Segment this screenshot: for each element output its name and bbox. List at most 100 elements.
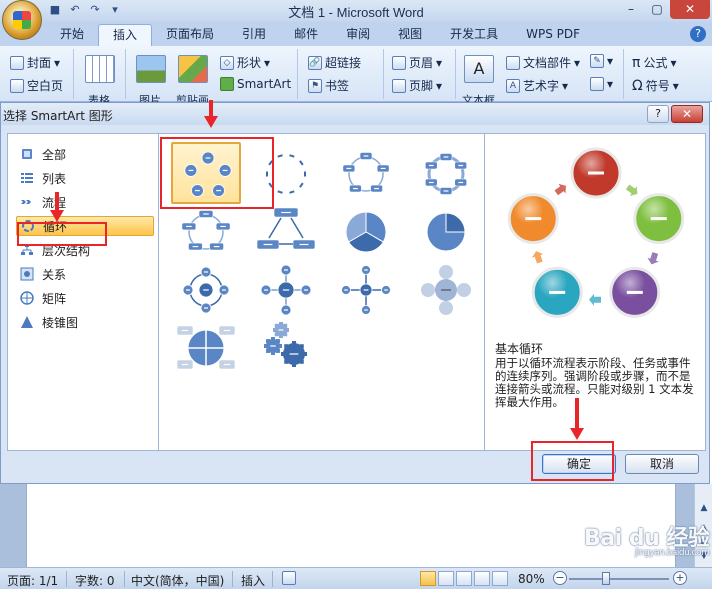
maximize-button[interactable]: ▢ bbox=[644, 0, 670, 19]
category-item[interactable]: 循环 bbox=[16, 216, 154, 236]
zoom-slider[interactable] bbox=[569, 578, 669, 580]
category-label: 全部 bbox=[42, 147, 67, 162]
layout-cycle-matrix[interactable] bbox=[171, 316, 241, 378]
picture-icon[interactable] bbox=[136, 55, 166, 83]
smartart-button[interactable]: SmartArt bbox=[220, 77, 291, 91]
shapes-button[interactable]: ◇ 形状 ▾ bbox=[220, 54, 270, 71]
category-label: 列表 bbox=[42, 171, 67, 186]
layout-diverging-radial[interactable] bbox=[331, 258, 401, 320]
minimize-button[interactable]: – bbox=[618, 0, 644, 19]
wordart-button[interactable]: A 艺术字 ▾ bbox=[506, 77, 568, 94]
pyramid-icon bbox=[20, 315, 34, 329]
dialog-help-button[interactable]: ? bbox=[647, 105, 669, 123]
layout-segmented-cycle[interactable] bbox=[331, 200, 401, 262]
ribbon-tab[interactable]: 开发工具 bbox=[436, 24, 512, 46]
category-label: 关系 bbox=[42, 267, 67, 282]
window-controls: – ▢ ✕ bbox=[618, 0, 710, 19]
ribbon-tab[interactable]: 审阅 bbox=[332, 24, 384, 46]
cycle-icon bbox=[21, 219, 35, 233]
signature-button[interactable]: ✎ ▾ bbox=[590, 54, 613, 68]
formula-button[interactable]: π 公式 ▾ bbox=[632, 54, 676, 71]
scroll-up-icon[interactable]: ▲ bbox=[698, 502, 710, 514]
office-button[interactable] bbox=[2, 0, 42, 40]
category-item[interactable]: 列表 bbox=[16, 168, 154, 188]
layout-basic-radial[interactable] bbox=[251, 258, 321, 320]
category-item[interactable]: 关系 bbox=[16, 264, 154, 284]
annotation-arrow bbox=[204, 100, 218, 128]
table-icon[interactable] bbox=[85, 55, 115, 83]
document-page[interactable] bbox=[26, 484, 676, 567]
dialog-close-button[interactable]: ✕ bbox=[671, 105, 703, 123]
close-button[interactable]: ✕ bbox=[670, 0, 710, 19]
ribbon-tab[interactable]: 插入 bbox=[98, 24, 153, 46]
blank-page-button[interactable]: 空白页 bbox=[10, 77, 63, 94]
footer-button[interactable]: 页脚 ▾ bbox=[392, 77, 442, 94]
category-item[interactable]: 矩阵 bbox=[16, 288, 154, 308]
cancel-button[interactable]: 取消 bbox=[625, 454, 699, 474]
dialog-title: 选择 SmartArt 图形 bbox=[3, 109, 113, 123]
layout-basic-cycle[interactable] bbox=[171, 142, 241, 204]
language-indicator[interactable]: 中文(简体，中国) bbox=[131, 572, 224, 589]
ribbon-tab[interactable]: 视图 bbox=[384, 24, 436, 46]
footer-icon bbox=[392, 78, 406, 93]
zoom-in-button[interactable]: + bbox=[673, 571, 687, 585]
ok-button[interactable]: 确定 bbox=[542, 454, 616, 474]
quickparts-button[interactable]: 文档部件 ▾ bbox=[506, 54, 580, 71]
annotation-arrow bbox=[570, 398, 584, 440]
full-screen-view-icon[interactable] bbox=[438, 571, 454, 586]
layout-basic-pie[interactable] bbox=[411, 200, 481, 262]
window-title: 文档 1 - Microsoft Word bbox=[288, 5, 424, 20]
header-button[interactable]: 页眉 ▾ bbox=[392, 54, 442, 71]
layout-gear[interactable] bbox=[251, 316, 321, 378]
category-item[interactable]: 流程 bbox=[16, 192, 154, 212]
insert-mode[interactable]: 插入 bbox=[241, 572, 265, 589]
category-label: 矩阵 bbox=[42, 291, 67, 306]
bookmark-button[interactable]: ⚑ 书签 bbox=[308, 77, 349, 94]
draft-view-icon[interactable] bbox=[492, 571, 508, 586]
layout-continuous-cycle[interactable] bbox=[411, 142, 481, 204]
preview-title: 基本循环 bbox=[495, 342, 544, 356]
layout-multidirectional-cycle[interactable] bbox=[251, 200, 321, 262]
links-group: 🔗 超链接 ⚑ 书签 bbox=[298, 49, 384, 99]
ribbon-tab[interactable]: 页面布局 bbox=[152, 24, 228, 46]
layout-radial-venn[interactable] bbox=[411, 258, 481, 320]
hyperlink-button[interactable]: 🔗 超链接 bbox=[308, 54, 361, 71]
layout-text-cycle[interactable] bbox=[251, 142, 321, 204]
textbox-icon[interactable]: A bbox=[464, 55, 494, 83]
category-item[interactable]: 全部 bbox=[16, 144, 154, 164]
clipart-icon[interactable] bbox=[178, 55, 208, 83]
zoom-level[interactable]: 80% bbox=[518, 572, 545, 586]
page-count[interactable]: 页面: 1/1 bbox=[7, 572, 58, 589]
preview-description: 用于以循环流程表示阶段、任务或事件的连续序列。强调阶段或步骤，而不是连接箭头或流… bbox=[495, 356, 694, 409]
list-icon bbox=[20, 171, 34, 185]
layout-radial-cycle[interactable] bbox=[171, 258, 241, 320]
ribbon-tab[interactable]: 开始 bbox=[46, 24, 98, 46]
zoom-slider-thumb[interactable] bbox=[602, 572, 610, 585]
print-layout-view-icon[interactable] bbox=[420, 571, 436, 586]
cover-page-button[interactable]: 封面 ▾ bbox=[10, 54, 60, 71]
ribbon-tab[interactable]: WPS PDF bbox=[512, 24, 594, 46]
ribbon-tab[interactable]: 邮件 bbox=[280, 24, 332, 46]
category-label: 棱锥图 bbox=[42, 315, 79, 330]
status-bar: 页面: 1/1 字数: 0 中文(简体，中国) 插入 80% − + bbox=[0, 567, 712, 589]
ribbon: 封面 ▾ 空白页 表格 图片 剪贴画 ◇ 形状 ▾ SmartArt 🔗 超链接 ⚑ 书签… bbox=[0, 46, 712, 107]
macro-record-icon[interactable] bbox=[282, 571, 296, 585]
help-icon[interactable]: ? bbox=[690, 26, 706, 42]
relationship-icon bbox=[20, 267, 34, 281]
zoom-out-button[interactable]: − bbox=[553, 571, 567, 585]
outline-view-icon[interactable] bbox=[474, 571, 490, 586]
header-icon bbox=[392, 55, 406, 70]
symbol-button[interactable]: Ω 符号 ▾ bbox=[632, 77, 679, 94]
smartart-icon bbox=[220, 77, 234, 91]
preview-diagram bbox=[507, 147, 685, 318]
wordart-icon: A bbox=[506, 78, 520, 93]
web-layout-view-icon[interactable] bbox=[456, 571, 472, 586]
category-item[interactable]: 层次结构 bbox=[16, 240, 154, 260]
view-buttons bbox=[420, 571, 508, 586]
layout-nondirectional-cycle[interactable] bbox=[171, 200, 241, 262]
layout-block-cycle[interactable] bbox=[331, 142, 401, 204]
object-button[interactable]: ▾ bbox=[590, 77, 613, 91]
category-item[interactable]: 棱锥图 bbox=[16, 312, 154, 332]
word-count[interactable]: 字数: 0 bbox=[75, 572, 115, 589]
ribbon-tab[interactable]: 引用 bbox=[228, 24, 280, 46]
